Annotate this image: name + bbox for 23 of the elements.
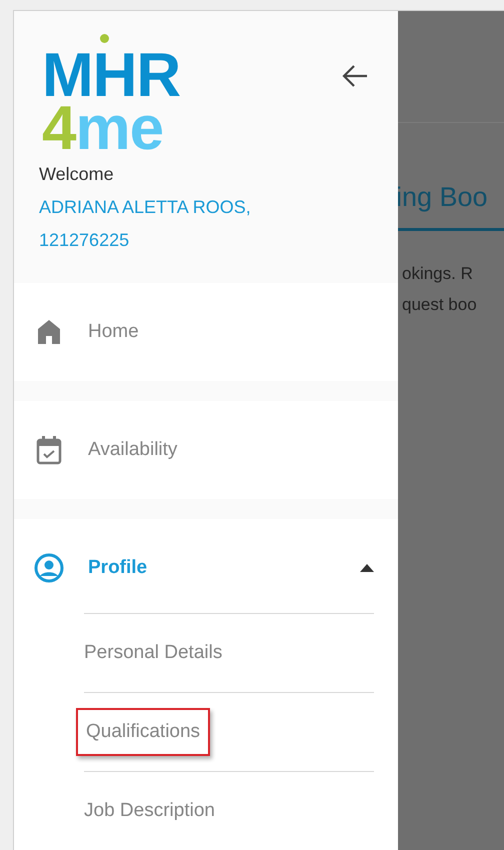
welcome-label: Welcome [39,163,115,186]
nav-label: Availability [88,438,178,462]
calendar-icon [36,435,62,465]
nav-item[interactable]: Availability [14,401,398,499]
logo-text: MHR [42,53,180,99]
logo-text: me [75,103,164,155]
tab-title: ing Boo [398,123,504,230]
home-icon [37,319,61,345]
nav-label: Home [88,320,140,344]
submenu-item[interactable]: Qualifications [76,708,210,756]
collapse-caret-icon[interactable] [360,564,374,572]
body-text: okings. R [401,262,474,284]
logo-digit: 4 [42,103,76,155]
back-arrow-icon [341,64,369,88]
nav-item[interactable]: Home [14,283,398,381]
submenu-item[interactable]: Job Description [84,796,215,826]
body-text: quest boo [401,294,478,316]
user-number: 121276225 [39,229,130,252]
nav-label: Profile [88,556,148,580]
nav-item[interactable]: Profile [14,519,398,617]
user-circle-icon [34,553,64,583]
submenu-item[interactable]: Personal Details [84,638,222,668]
user-name: ADRIANA ALETTA ROOS, [39,196,251,219]
